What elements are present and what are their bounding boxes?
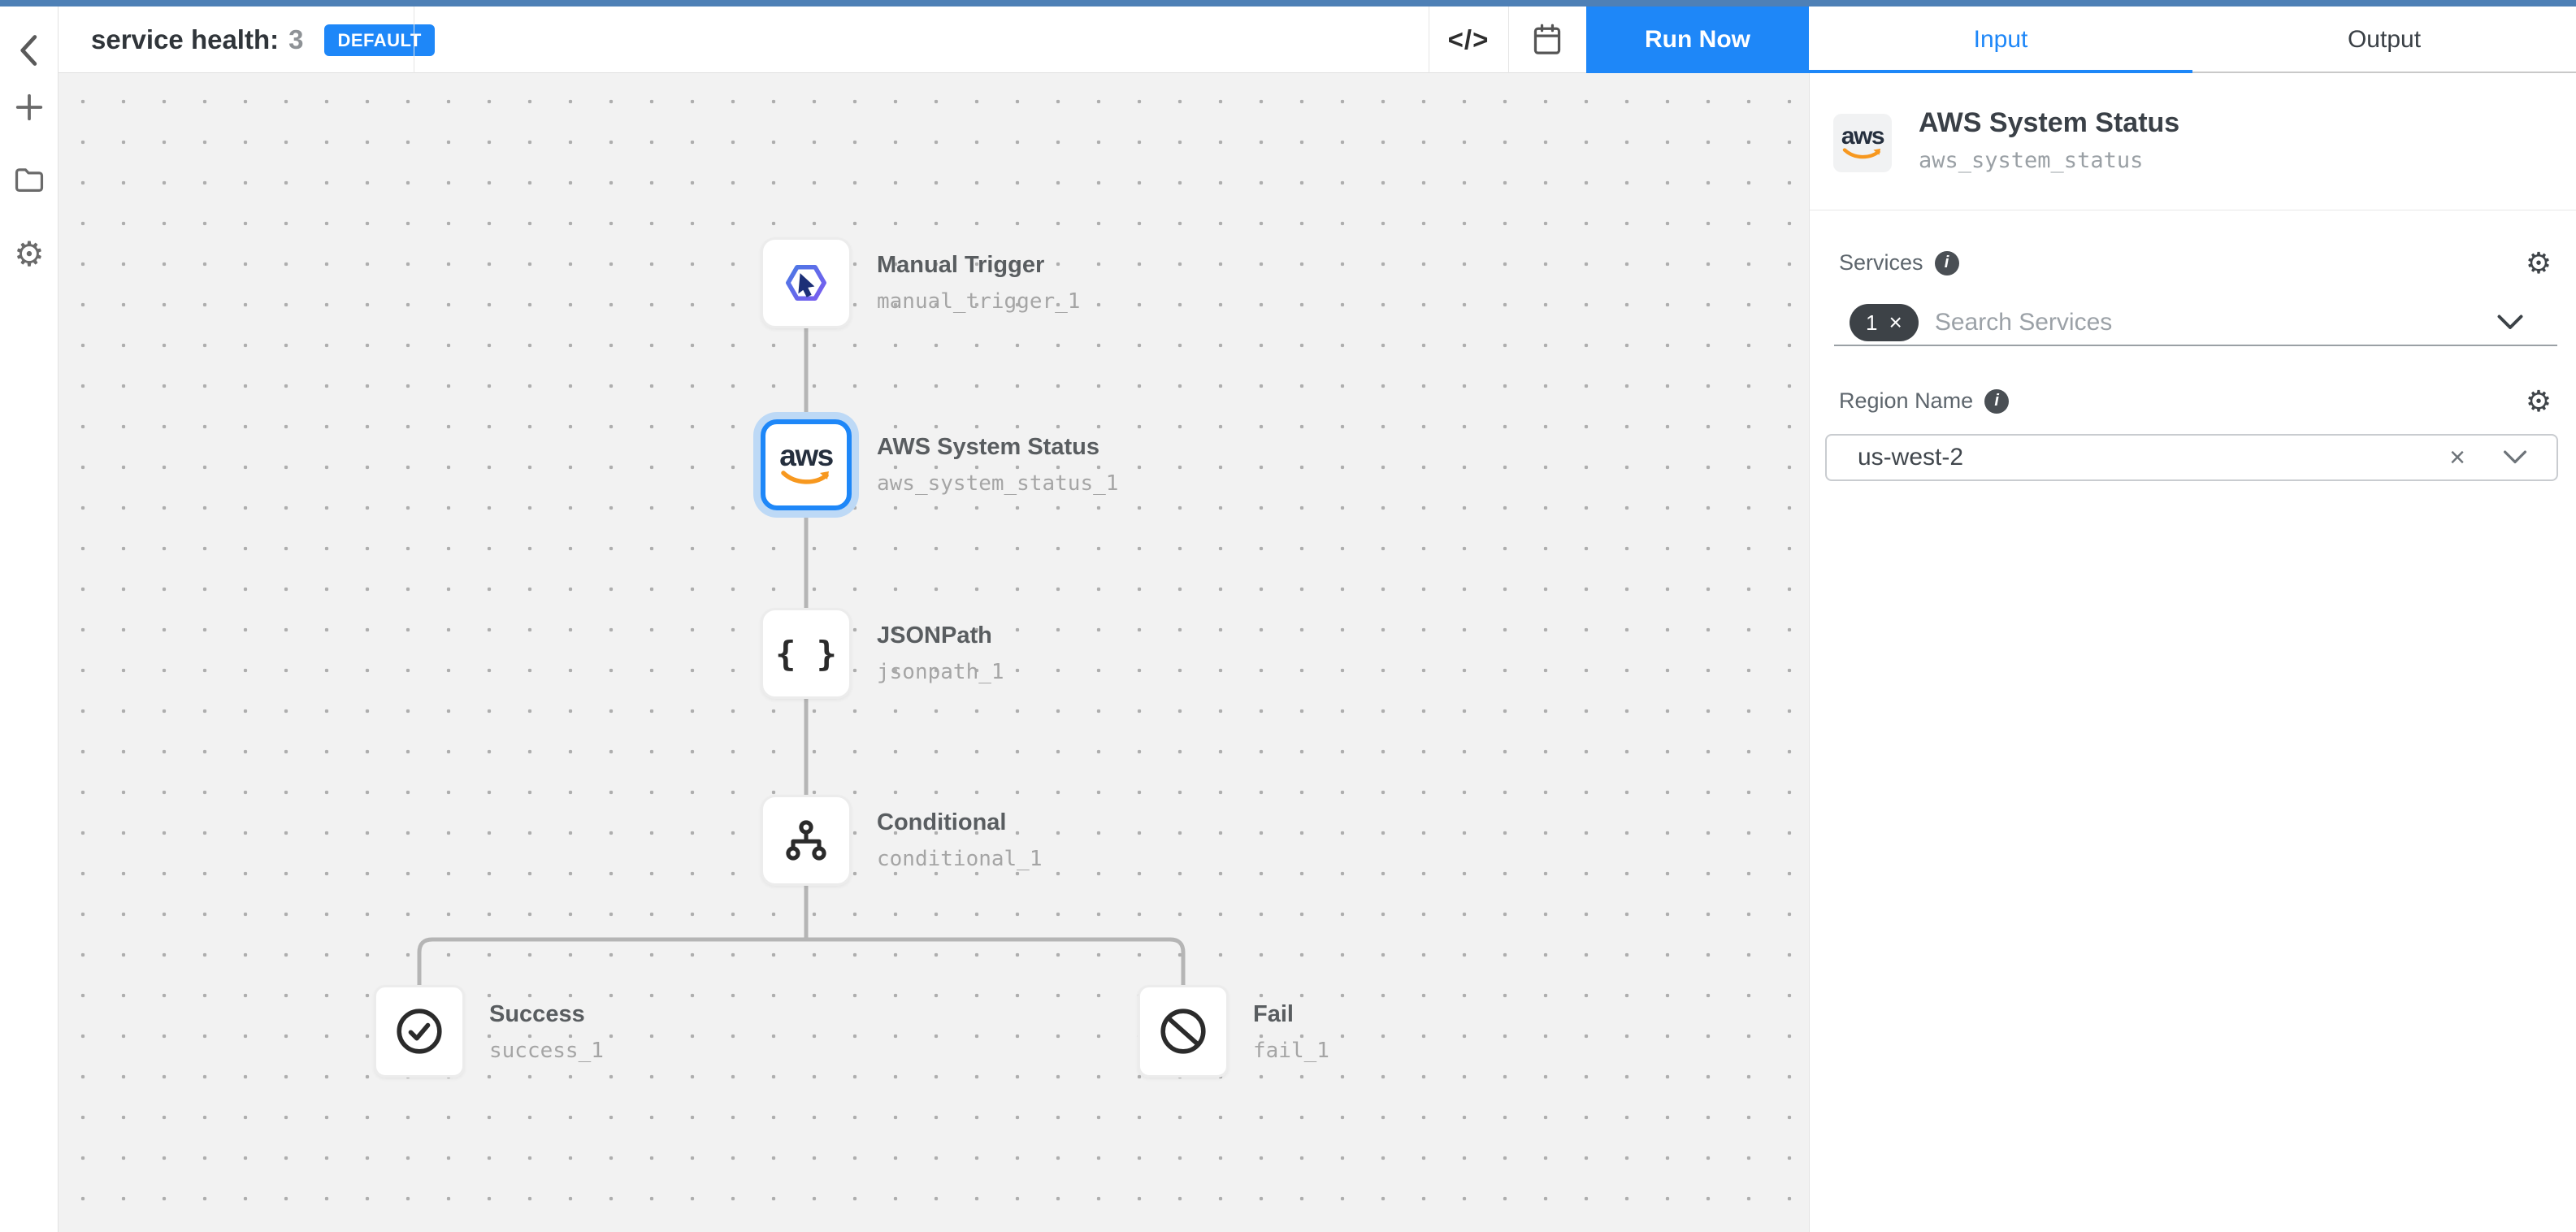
services-label: Services — [1839, 250, 1923, 275]
playbook-title-group: service health: 3 DEFAULT — [91, 7, 435, 73]
gear-icon: ⚙ — [2526, 246, 2552, 280]
folder-icon — [14, 167, 45, 194]
aws-logo-icon: aws — [1841, 125, 1884, 162]
panel-node-id: aws_system_status — [1919, 148, 2143, 173]
selected-count-chip[interactable]: 1 × — [1850, 304, 1919, 341]
region-name-input[interactable] — [1858, 444, 2449, 471]
aws-logo-icon: aws — [779, 442, 833, 488]
calendar-icon — [1531, 23, 1563, 57]
node-manual-trigger[interactable] — [761, 237, 852, 328]
default-badge: DEFAULT — [324, 24, 434, 56]
tab-input[interactable]: Input — [1809, 7, 2192, 73]
clear-icon[interactable]: × — [2449, 444, 2465, 471]
playbooks-folder-button[interactable] — [0, 154, 59, 206]
chip-count: 1 — [1866, 310, 1877, 336]
services-settings-button[interactable]: ⚙ — [2522, 247, 2555, 280]
branch-icon — [780, 814, 832, 866]
run-now-button[interactable]: Run Now — [1586, 7, 1809, 73]
search-services-input[interactable] — [1935, 309, 2496, 336]
node-title: JSONPath — [877, 623, 1004, 649]
panel-app-icon: aws — [1833, 114, 1892, 172]
left-toolbar: ⚙ — [0, 7, 59, 1232]
chevron-down-icon[interactable] — [2496, 313, 2525, 332]
chevron-down-icon[interactable] — [2501, 449, 2529, 466]
add-node-button[interactable] — [0, 81, 59, 133]
node-label-jsonpath: JSONPath jsonpath_1 — [877, 608, 1004, 699]
node-title: Conditional — [877, 809, 1043, 836]
region-label-row: Region Name i — [1839, 388, 2009, 414]
node-title: AWS System Status — [877, 434, 1118, 461]
top-accent-strip — [0, 0, 2576, 7]
node-aws-system-status[interactable]: aws — [761, 419, 852, 510]
info-icon[interactable]: i — [1935, 251, 1959, 275]
tab-output[interactable]: Output — [2192, 7, 2576, 73]
app-root: ⚙ service health: 3 DEFAULT </> Run Now … — [0, 0, 2576, 1232]
node-jsonpath[interactable]: { } — [761, 608, 852, 699]
schedule-button[interactable] — [1508, 7, 1586, 73]
panel-node-title: AWS System Status — [1919, 107, 2179, 139]
gear-icon: ⚙ — [14, 234, 45, 274]
workflow-canvas[interactable]: Manual Trigger manual_trigger_1 aws AWS … — [59, 73, 1809, 1232]
node-label-fail: Fail fail_1 — [1253, 987, 1329, 1078]
node-label-manual-trigger: Manual Trigger manual_trigger_1 — [877, 237, 1080, 328]
io-tab-bar: Input Output — [1809, 7, 2576, 73]
run-count: 3 — [288, 24, 303, 55]
node-success[interactable] — [374, 985, 465, 1078]
node-title: Manual Trigger — [877, 252, 1080, 279]
node-id: conditional_1 — [877, 847, 1043, 871]
node-id: success_1 — [489, 1039, 604, 1063]
node-label-success: Success success_1 — [489, 987, 604, 1078]
no-entry-icon — [1158, 1006, 1208, 1056]
node-id: fail_1 — [1253, 1039, 1329, 1063]
node-title: Success — [489, 1001, 604, 1028]
back-chevron-icon — [15, 33, 43, 68]
code-icon: </> — [1448, 24, 1490, 55]
node-label-aws-system-status: AWS System Status aws_system_status_1 — [877, 419, 1118, 510]
services-select[interactable]: 1 × — [1834, 301, 2557, 346]
code-view-button[interactable]: </> — [1429, 7, 1508, 73]
back-button[interactable] — [0, 24, 59, 76]
plus-icon — [14, 92, 45, 123]
braces-icon: { } — [775, 634, 837, 674]
top-bar: service health: 3 DEFAULT </> Run Now — [59, 7, 1809, 73]
services-label-row: Services i — [1839, 250, 1959, 275]
playbook-title: service health: — [91, 24, 279, 55]
manual-trigger-icon — [776, 253, 836, 313]
region-settings-button[interactable]: ⚙ — [2522, 385, 2555, 418]
node-conditional[interactable] — [761, 795, 852, 886]
check-circle-icon — [394, 1006, 445, 1056]
node-fail[interactable] — [1138, 985, 1229, 1078]
chip-remove-icon[interactable]: × — [1889, 311, 1902, 334]
region-select[interactable]: × — [1825, 434, 2558, 481]
settings-button[interactable]: ⚙ — [0, 228, 59, 280]
node-title: Fail — [1253, 1001, 1329, 1028]
node-label-conditional: Conditional conditional_1 — [877, 795, 1043, 886]
node-id: manual_trigger_1 — [877, 289, 1080, 314]
info-icon[interactable]: i — [1984, 389, 2009, 414]
node-id: aws_system_status_1 — [877, 471, 1118, 496]
node-id: jsonpath_1 — [877, 660, 1004, 684]
region-name-label: Region Name — [1839, 388, 1973, 414]
node-config-panel: aws AWS System Status aws_system_status … — [1809, 73, 2576, 1232]
gear-icon: ⚙ — [2526, 384, 2552, 419]
